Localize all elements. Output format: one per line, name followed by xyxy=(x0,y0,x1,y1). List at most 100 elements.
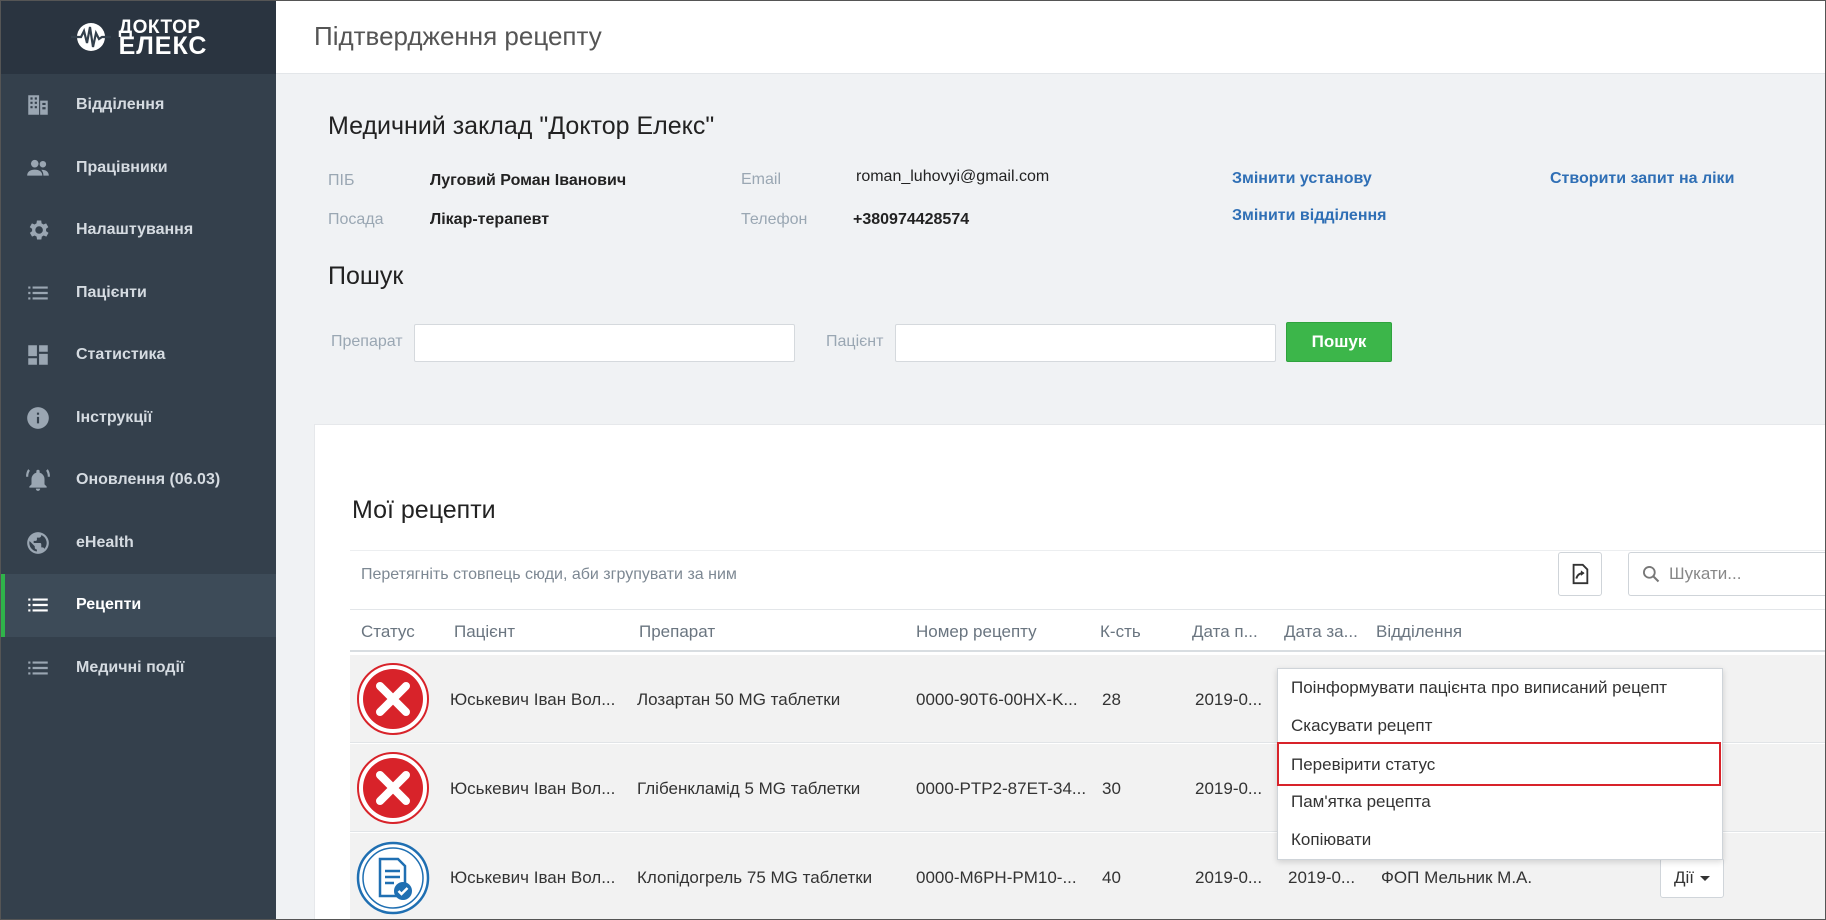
sidebar: ДОКТОР ЕЛЕКС Відділення Працівники Налаш… xyxy=(0,0,276,920)
sidebar-item-instructions[interactable]: Інструкції xyxy=(0,387,276,450)
grid-search-box[interactable]: Шукати... xyxy=(1628,552,1826,596)
issued-prescription-status-icon xyxy=(356,841,430,915)
phone-label: Телефон xyxy=(741,211,808,228)
cell-date-issued: 2019-0... xyxy=(1195,779,1263,798)
column-header-date-issued[interactable]: Дата п... xyxy=(1192,622,1258,642)
change-department-link[interactable]: Змінити відділення xyxy=(1232,207,1386,225)
column-header-patient[interactable]: Пацієнт xyxy=(454,622,515,642)
phone-value: +380974428574 xyxy=(853,211,970,228)
cell-quantity: 30 xyxy=(1102,779,1121,798)
column-header-department[interactable]: Відділення xyxy=(1376,622,1462,642)
cell-drug: Глібенкламід 5 MG таблетки xyxy=(637,779,861,798)
sidebar-item-medical-events[interactable]: Медичні події xyxy=(0,637,276,700)
sidebar-item-statistics[interactable]: Статистика xyxy=(0,324,276,387)
people-icon xyxy=(24,154,52,182)
cell-date-expiry: 2019-0... xyxy=(1288,868,1356,887)
column-header-quantity[interactable]: К-сть xyxy=(1100,622,1141,642)
search-icon xyxy=(1643,566,1660,583)
column-header-date-expiry[interactable]: Дата за... xyxy=(1284,622,1358,642)
cell-drug: Клопідогрель 75 MG таблетки xyxy=(637,868,873,887)
sidebar-item-label: Оновлення (06.03) xyxy=(76,471,221,489)
list-icon xyxy=(24,279,52,307)
sidebar-item-label: Інструкції xyxy=(76,408,153,426)
drug-label: Препарат xyxy=(331,333,403,350)
list-icon xyxy=(24,591,52,619)
caret-down-icon xyxy=(1700,875,1710,881)
sidebar-item-settings[interactable]: Налаштування xyxy=(0,199,276,262)
brand-line2: ЕЛЕКС xyxy=(118,32,208,60)
globe-icon xyxy=(24,529,52,557)
cell-patient: Юськевич Іван Вол... xyxy=(450,779,616,798)
cell-quantity: 40 xyxy=(1102,868,1121,887)
email-value: roman_luhovyi@gmail.com xyxy=(856,168,1050,185)
list-icon xyxy=(24,654,52,682)
email-label: Email xyxy=(741,171,782,188)
brand-logo[interactable]: ДОКТОР ЕЛЕКС xyxy=(0,0,276,74)
create-drug-request-link[interactable]: Створити запит на ліки xyxy=(1550,170,1734,188)
cell-department: ФОП Мельник М.А. xyxy=(1381,868,1533,887)
position-value: Лікар-терапевт xyxy=(430,211,550,228)
sidebar-item-ehealth[interactable]: eHealth xyxy=(0,512,276,575)
change-institution-link[interactable]: Змінити установу xyxy=(1232,170,1372,188)
sidebar-item-departments[interactable]: Відділення xyxy=(0,74,276,137)
sidebar-item-patients[interactable]: Пацієнти xyxy=(0,262,276,325)
sidebar-item-prescriptions[interactable]: Рецепти xyxy=(0,574,276,637)
cell-quantity: 28 xyxy=(1102,690,1121,709)
patient-label: Пацієнт xyxy=(826,333,884,350)
cancelled-status-icon xyxy=(357,663,429,735)
gear-icon xyxy=(24,216,52,244)
cancelled-status-icon xyxy=(357,752,429,824)
search-button[interactable]: Пошук xyxy=(1286,322,1392,362)
menu-item-check-status[interactable]: Перевірити статус xyxy=(1291,755,1435,775)
sidebar-item-label: Пацієнти xyxy=(76,283,147,301)
menu-item-notify-patient[interactable]: Поінформувати пацієнта про виписаний рец… xyxy=(1291,678,1667,698)
sidebar-nav: Відділення Працівники Налаштування Паціє… xyxy=(0,74,276,699)
group-panel-hint: Перетягніть стовпець сюди, аби згрупуват… xyxy=(361,566,737,583)
export-button[interactable] xyxy=(1558,552,1602,596)
sidebar-item-employees[interactable]: Працівники xyxy=(0,137,276,200)
cell-number: 0000-M6PH-PM10-... xyxy=(916,868,1077,887)
menu-item-prescription-memo[interactable]: Пам'ятка рецепта xyxy=(1291,792,1431,812)
info-icon xyxy=(24,404,52,432)
sidebar-item-label: Працівники xyxy=(76,158,168,176)
export-file-icon xyxy=(1572,563,1589,585)
cell-patient: Юськевич Іван Вол... xyxy=(450,690,616,709)
institution-title: Медичний заклад "Доктор Елекс" xyxy=(328,112,715,140)
patient-input[interactable] xyxy=(895,324,1276,362)
column-header-number[interactable]: Номер рецепту xyxy=(916,622,1037,642)
table-header xyxy=(350,612,1826,652)
prescriptions-title: Мої рецепти xyxy=(352,496,496,524)
column-header-status[interactable]: Статус xyxy=(361,622,415,642)
cell-date-issued: 2019-0... xyxy=(1195,868,1263,887)
menu-item-copy[interactable]: Копіювати xyxy=(1291,830,1371,850)
column-header-drug[interactable]: Препарат xyxy=(639,622,715,642)
cell-drug: Лозартан 50 MG таблетки xyxy=(637,690,841,709)
name-value: Луговий Роман Іванович xyxy=(430,172,627,189)
sidebar-item-label: Статистика xyxy=(76,346,166,364)
dashboard-icon xyxy=(24,341,52,369)
menu-item-cancel-prescription[interactable]: Скасувати рецепт xyxy=(1291,716,1432,736)
row-actions-button[interactable]: Дії xyxy=(1660,858,1724,898)
heartbeat-logo-icon xyxy=(70,23,111,51)
sidebar-item-label: Медичні події xyxy=(76,658,185,676)
sidebar-item-updates[interactable]: Оновлення (06.03) xyxy=(0,449,276,512)
name-label: ПІБ xyxy=(328,172,355,189)
building-icon xyxy=(24,91,52,119)
cell-number: 0000-PTP2-87ET-34... xyxy=(916,779,1087,798)
position-label: Посада xyxy=(328,211,384,228)
sidebar-item-label: Рецепти xyxy=(76,596,142,614)
search-section-title: Пошук xyxy=(328,262,404,290)
page-header: Підтвердження рецепту xyxy=(276,0,1826,74)
row-actions-label: Дії xyxy=(1673,868,1694,887)
sidebar-item-label: Відділення xyxy=(76,96,165,114)
brand-name: ДОКТОР ЕЛЕКС xyxy=(118,18,208,60)
cell-number: 0000-90T6-00HX-K... xyxy=(916,690,1078,709)
cell-patient: Юськевич Іван Вол... xyxy=(450,868,616,887)
bell-icon xyxy=(24,466,52,494)
sidebar-item-label: Налаштування xyxy=(76,221,194,239)
drug-input[interactable] xyxy=(414,324,795,362)
page-title: Підтвердження рецепту xyxy=(314,21,602,51)
grid-search-placeholder: Шукати... xyxy=(1669,564,1742,583)
sidebar-item-label: eHealth xyxy=(76,533,134,551)
cell-date-issued: 2019-0... xyxy=(1195,690,1263,709)
